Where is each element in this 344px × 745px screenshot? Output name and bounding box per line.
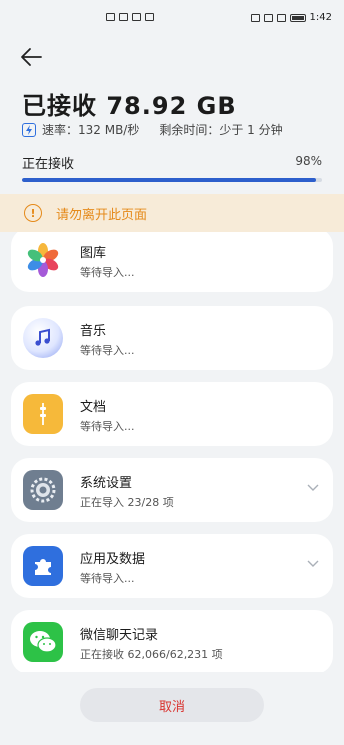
wifi-icon <box>132 13 141 21</box>
status-time: 1:42 <box>309 12 332 23</box>
warning-icon: ! <box>24 204 42 222</box>
item-status: 正在接收 62,066/62,231 项 <box>80 648 223 661</box>
documents-icon <box>23 394 63 434</box>
list-item-documents[interactable]: 文档 等待导入... <box>11 382 333 446</box>
progress-bar-fill <box>22 178 316 182</box>
back-button[interactable] <box>20 46 44 68</box>
wechat-icon <box>23 622 63 662</box>
do-not-disturb-icon <box>263 13 273 22</box>
nfc-icon <box>250 13 260 22</box>
speed-text: 速率：132 MB/秒 <box>42 123 140 137</box>
status-left-icons <box>106 13 154 21</box>
progress-percent: 98% <box>295 154 322 168</box>
transfer-items-list[interactable]: 图库 等待导入... 音乐 等待导入... 文档 等待导入... 系统设置 正在… <box>0 232 344 672</box>
item-name: 音乐 <box>80 324 107 339</box>
speed-icon <box>22 122 36 137</box>
item-status: 等待导入... <box>80 420 135 433</box>
footer: 取消 <box>0 672 344 745</box>
battery-icon <box>289 13 306 22</box>
apps-data-icon <box>23 546 63 586</box>
item-name: 图库 <box>80 246 107 261</box>
progress-label: 正在接收 <box>22 157 75 172</box>
item-name: 应用及数据 <box>80 552 146 567</box>
list-item-wechat[interactable]: 微信聊天记录 正在接收 62,066/62,231 项 <box>11 610 333 672</box>
cancel-button[interactable]: 取消 <box>80 688 264 722</box>
warning-banner: ! 请勿离开此页面 <box>0 194 344 232</box>
sim-icon <box>106 13 115 21</box>
list-item-music[interactable]: 音乐 等待导入... <box>11 306 333 370</box>
settings-icon <box>23 470 63 510</box>
warning-text: 请勿离开此页面 <box>56 207 148 223</box>
chevron-down-icon[interactable] <box>307 484 319 492</box>
item-status: 等待导入... <box>80 572 135 585</box>
remaining-time-text: 剩余时间：少于 1 分钟 <box>159 123 283 137</box>
speed-line: 速率：132 MB/秒 剩余时间：少于 1 分钟 <box>22 121 283 138</box>
music-icon <box>23 318 63 358</box>
notification-icon <box>145 13 154 21</box>
progress-bar <box>22 178 322 182</box>
bluetooth-icon <box>276 13 286 22</box>
signal-icon <box>119 13 128 21</box>
list-item-apps-data[interactable]: 应用及数据 等待导入... <box>11 534 333 598</box>
chevron-down-icon[interactable] <box>307 560 319 568</box>
back-arrow-icon <box>21 48 42 66</box>
received-total-title: 已接收 78.92 GB <box>22 92 237 120</box>
status-right: 1:42 <box>250 12 332 23</box>
gallery-icon <box>23 240 63 280</box>
item-status: 正在导入 23/28 项 <box>80 496 174 509</box>
list-item-system-settings[interactable]: 系统设置 正在导入 23/28 项 <box>11 458 333 522</box>
list-item-gallery[interactable]: 图库 等待导入... <box>11 232 333 292</box>
item-status: 等待导入... <box>80 344 135 357</box>
item-name: 系统设置 <box>80 476 133 491</box>
item-status: 等待导入... <box>80 266 135 279</box>
status-bar: 1:42 <box>0 0 344 38</box>
item-name: 文档 <box>80 400 107 415</box>
item-name: 微信聊天记录 <box>80 628 159 643</box>
